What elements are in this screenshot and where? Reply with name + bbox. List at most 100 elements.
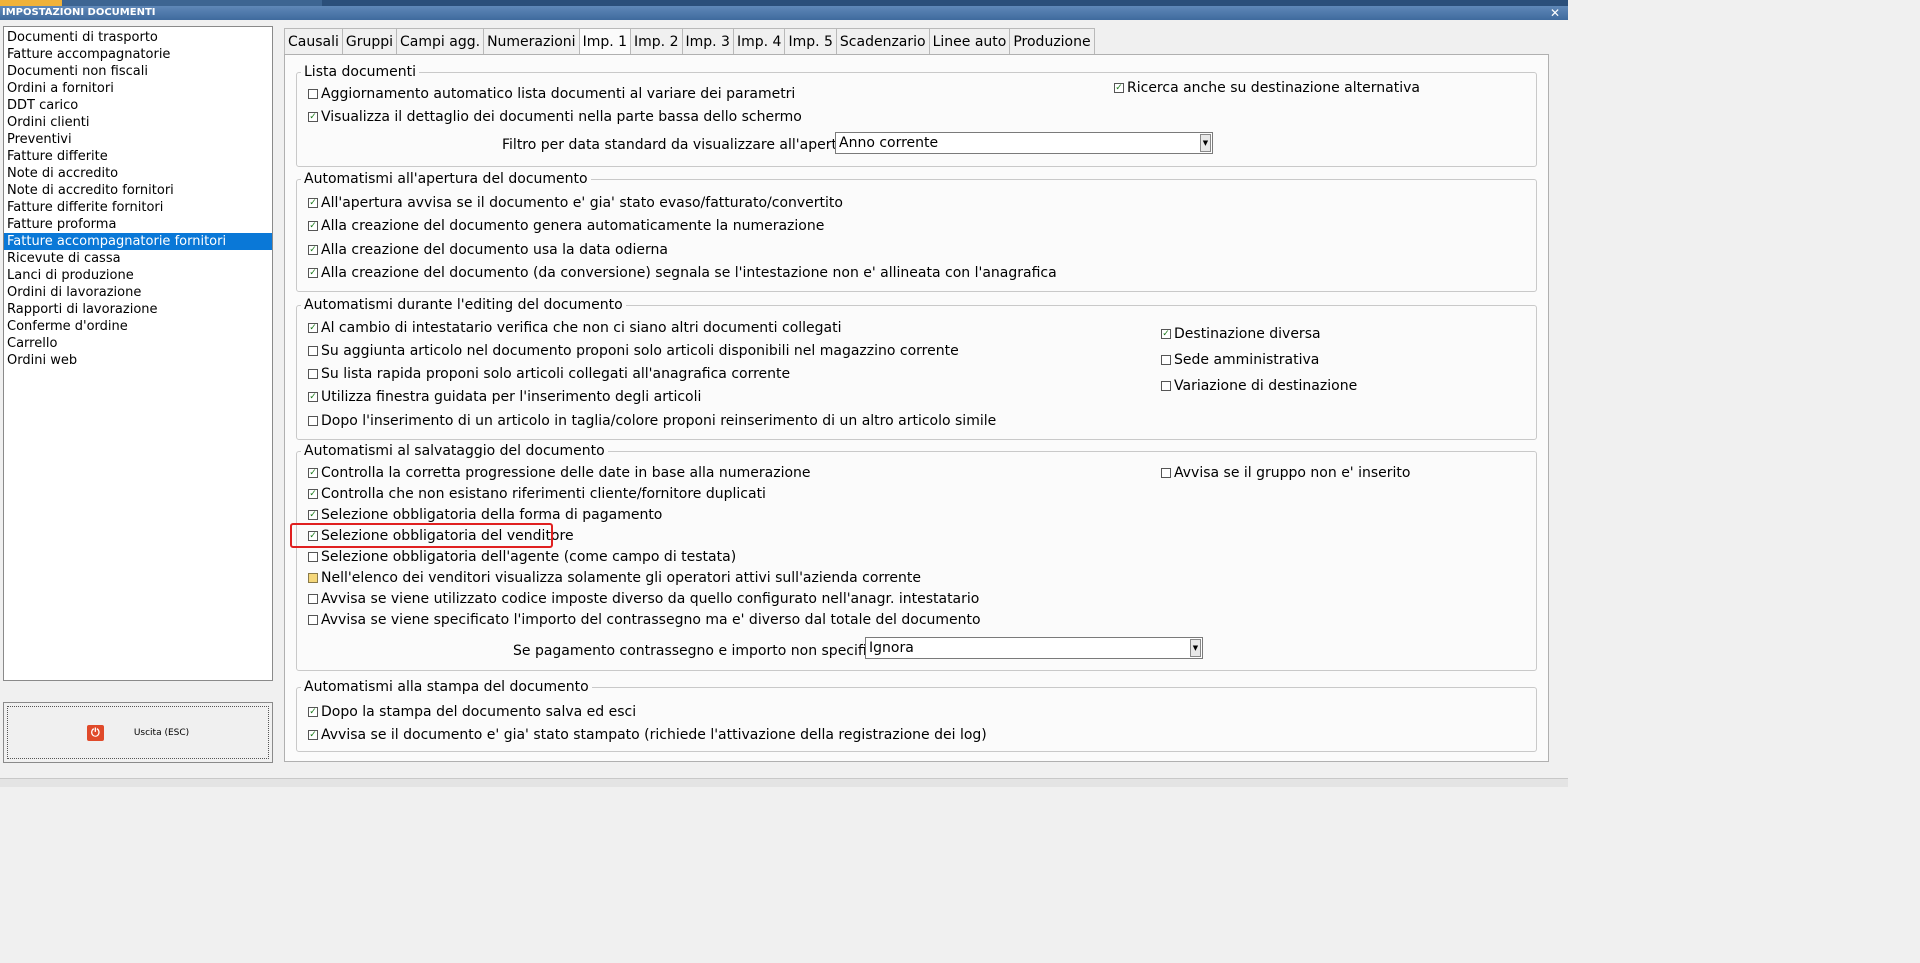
checkbox-box[interactable]: ✓ <box>308 392 318 402</box>
checkbox-box[interactable] <box>308 369 318 379</box>
list-item[interactable]: Fatture differite <box>4 148 272 165</box>
tab-imp-5[interactable]: Imp. 5 <box>784 28 837 54</box>
checkbox-progressione-date[interactable]: ✓ Controlla la corretta progressione del… <box>308 464 811 482</box>
exit-button[interactable]: ⏻ Uscita (ESC) <box>7 706 269 759</box>
checkbox-taglia-colore[interactable]: Dopo l'inserimento di un articolo in tag… <box>308 412 996 430</box>
checkbox-box[interactable]: ✓ <box>1114 83 1124 93</box>
checkbox-salva-ed-esci[interactable]: ✓ Dopo la stampa del documento salva ed … <box>308 703 636 721</box>
window-title: IMPOSTAZIONI DOCUMENTI <box>2 7 156 18</box>
checkbox-articoli-disponibili[interactable]: Su aggiunta articolo nel documento propo… <box>308 342 959 360</box>
list-item[interactable]: Documenti non fiscali <box>4 63 272 80</box>
checkbox-box[interactable]: ✓ <box>308 468 318 478</box>
list-item[interactable]: Note di accredito fornitori <box>4 182 272 199</box>
checkbox-box[interactable]: ✓ <box>308 489 318 499</box>
checkbox-lista-rapida[interactable]: Su lista rapida proponi solo articoli co… <box>308 365 790 383</box>
filtro-data-select[interactable]: Anno corrente ▼ <box>835 132 1213 154</box>
chevron-down-icon[interactable]: ▼ <box>1190 639 1201 657</box>
document-type-list[interactable]: Documenti di trasporto Fatture accompagn… <box>3 26 273 681</box>
list-item[interactable]: Rapporti di lavorazione <box>4 301 272 318</box>
list-item[interactable]: Ordini di lavorazione <box>4 284 272 301</box>
list-item-selected[interactable]: Fatture accompagnatorie fornitori <box>4 233 272 250</box>
checkbox-box[interactable] <box>308 573 318 583</box>
checkbox-genera-numerazione[interactable]: ✓ Alla creazione del documento genera au… <box>308 217 824 235</box>
checkbox-box[interactable] <box>308 594 318 604</box>
checkbox-box[interactable] <box>1161 468 1171 478</box>
checkbox-box[interactable]: ✓ <box>308 198 318 208</box>
tab-imp-3[interactable]: Imp. 3 <box>681 28 734 54</box>
tab-campi-agg[interactable]: Campi agg. <box>396 28 485 54</box>
list-item[interactable]: Ordini clienti <box>4 114 272 131</box>
checkbox-label: Nell'elenco dei venditori visualizza sol… <box>321 570 921 586</box>
checkbox-destinazione-diversa[interactable]: ✓ Destinazione diversa <box>1161 325 1321 343</box>
list-item[interactable]: Note di accredito <box>4 165 272 182</box>
checkbox-box[interactable]: ✓ <box>308 707 318 717</box>
checkbox-sede-amministrativa[interactable]: Sede amministrativa <box>1161 351 1319 369</box>
checkbox-label: Avvisa se il gruppo non e' inserito <box>1174 465 1411 481</box>
checkbox-forma-pagamento[interactable]: ✓ Selezione obbligatoria della forma di … <box>308 506 662 524</box>
checkbox-label: Sede amministrativa <box>1174 352 1320 368</box>
exit-panel: ⏻ Uscita (ESC) <box>3 702 273 763</box>
checkbox-box[interactable] <box>308 615 318 625</box>
checkbox-dettaglio[interactable]: ✓ Visualizza il dettaglio dei documenti … <box>308 108 802 126</box>
list-item[interactable]: Lanci di produzione <box>4 267 272 284</box>
chevron-down-icon[interactable]: ▼ <box>1200 134 1211 152</box>
checkbox-label: Al cambio di intestatario verifica che n… <box>321 320 842 336</box>
tab-numerazioni[interactable]: Numerazioni <box>483 28 580 54</box>
tab-imp-1[interactable]: Imp. 1 <box>578 28 632 54</box>
checkbox-gia-stampato[interactable]: ✓ Avvisa se il documento e' gia' stato s… <box>308 726 987 744</box>
list-item[interactable]: DDT carico <box>4 97 272 114</box>
tab-produzione[interactable]: Produzione <box>1009 28 1095 54</box>
list-item[interactable]: Ricevute di cassa <box>4 250 272 267</box>
tab-scadenzario[interactable]: Scadenzario <box>835 28 930 54</box>
checkbox-finestra-guidata[interactable]: ✓ Utilizza finestra guidata per l'inseri… <box>308 388 701 406</box>
checkbox-box[interactable]: ✓ <box>308 730 318 740</box>
checkbox-importo-contrassegno[interactable]: Avvisa se viene specificato l'importo de… <box>308 611 981 629</box>
checkbox-box[interactable] <box>308 346 318 356</box>
checkbox-ricerca-alternativa[interactable]: ✓ Ricerca anche su destinazione alternat… <box>1114 79 1420 97</box>
checkbox-data-odierna[interactable]: ✓ Alla creazione del documento usa la da… <box>308 241 668 259</box>
checkbox-variazione-destinazione[interactable]: Variazione di destinazione <box>1161 377 1357 395</box>
checkbox-aggiornamento[interactable]: Aggiornamento automatico lista documenti… <box>308 85 795 103</box>
list-item[interactable]: Ordini a fornitori <box>4 80 272 97</box>
checkbox-codice-imposte[interactable]: Avvisa se viene utilizzato codice impost… <box>308 590 979 608</box>
checkbox-riferimenti-duplicati[interactable]: ✓ Controlla che non esistano riferimenti… <box>308 485 766 503</box>
checkbox-box[interactable]: ✓ <box>308 510 318 520</box>
list-item[interactable]: Conferme d'ordine <box>4 318 272 335</box>
checkbox-box[interactable] <box>308 552 318 562</box>
checkbox-box[interactable] <box>308 416 318 426</box>
list-item[interactable]: Fatture proforma <box>4 216 272 233</box>
checkbox-venditori-attivi[interactable]: Nell'elenco dei venditori visualizza sol… <box>308 569 921 587</box>
list-item[interactable]: Fatture differite fornitori <box>4 199 272 216</box>
checkbox-box[interactable]: ✓ <box>308 245 318 255</box>
checkbox-box[interactable] <box>308 89 318 99</box>
checkbox-cambio-intestatario[interactable]: ✓ Al cambio di intestatario verifica che… <box>308 319 842 337</box>
checkbox-label: Destinazione diversa <box>1174 326 1321 342</box>
tab-causali[interactable]: Causali <box>284 28 343 54</box>
list-item[interactable]: Preventivi <box>4 131 272 148</box>
checkbox-box[interactable]: ✓ <box>308 323 318 333</box>
checkbox-segnala-intestazione[interactable]: ✓ Alla creazione del documento (da conve… <box>308 264 1057 282</box>
close-icon[interactable]: ✕ <box>1550 6 1560 20</box>
contrassegno-select[interactable]: Ignora ▼ <box>865 637 1203 659</box>
group-legend: Automatismi durante l'editing del docume… <box>304 297 623 313</box>
checkbox-agente[interactable]: Selezione obbligatoria dell'agente (come… <box>308 548 736 566</box>
checkbox-box[interactable]: ✓ <box>308 268 318 278</box>
tab-imp-2[interactable]: Imp. 2 <box>630 28 683 54</box>
list-item[interactable]: Carrello <box>4 335 272 352</box>
checkbox-box[interactable]: ✓ <box>1161 329 1171 339</box>
checkbox-box[interactable]: ✓ <box>308 112 318 122</box>
list-item[interactable]: Ordini web <box>4 352 272 369</box>
tab-gruppi[interactable]: Gruppi <box>341 28 398 54</box>
checkbox-box[interactable] <box>1161 381 1171 391</box>
checkbox-label: Utilizza finestra guidata per l'inserime… <box>321 389 702 405</box>
checkbox-box[interactable] <box>1161 355 1171 365</box>
checkbox-box[interactable]: ✓ <box>308 221 318 231</box>
tab-imp-4[interactable]: Imp. 4 <box>732 28 786 54</box>
list-item[interactable]: Documenti di trasporto <box>4 29 272 46</box>
window-titlebar: IMPOSTAZIONI DOCUMENTI ✕ <box>0 6 1568 20</box>
list-item[interactable]: Fatture accompagnatorie <box>4 46 272 63</box>
tab-linee-auto[interactable]: Linee auto <box>928 28 1011 54</box>
checkbox-label: Selezione obbligatoria dell'agente (come… <box>321 549 737 565</box>
checkbox-gruppo-non-inserito[interactable]: Avvisa se il gruppo non e' inserito <box>1161 464 1410 482</box>
checkbox-apertura-avvisa[interactable]: ✓ All'apertura avvisa se il documento e'… <box>308 194 843 212</box>
